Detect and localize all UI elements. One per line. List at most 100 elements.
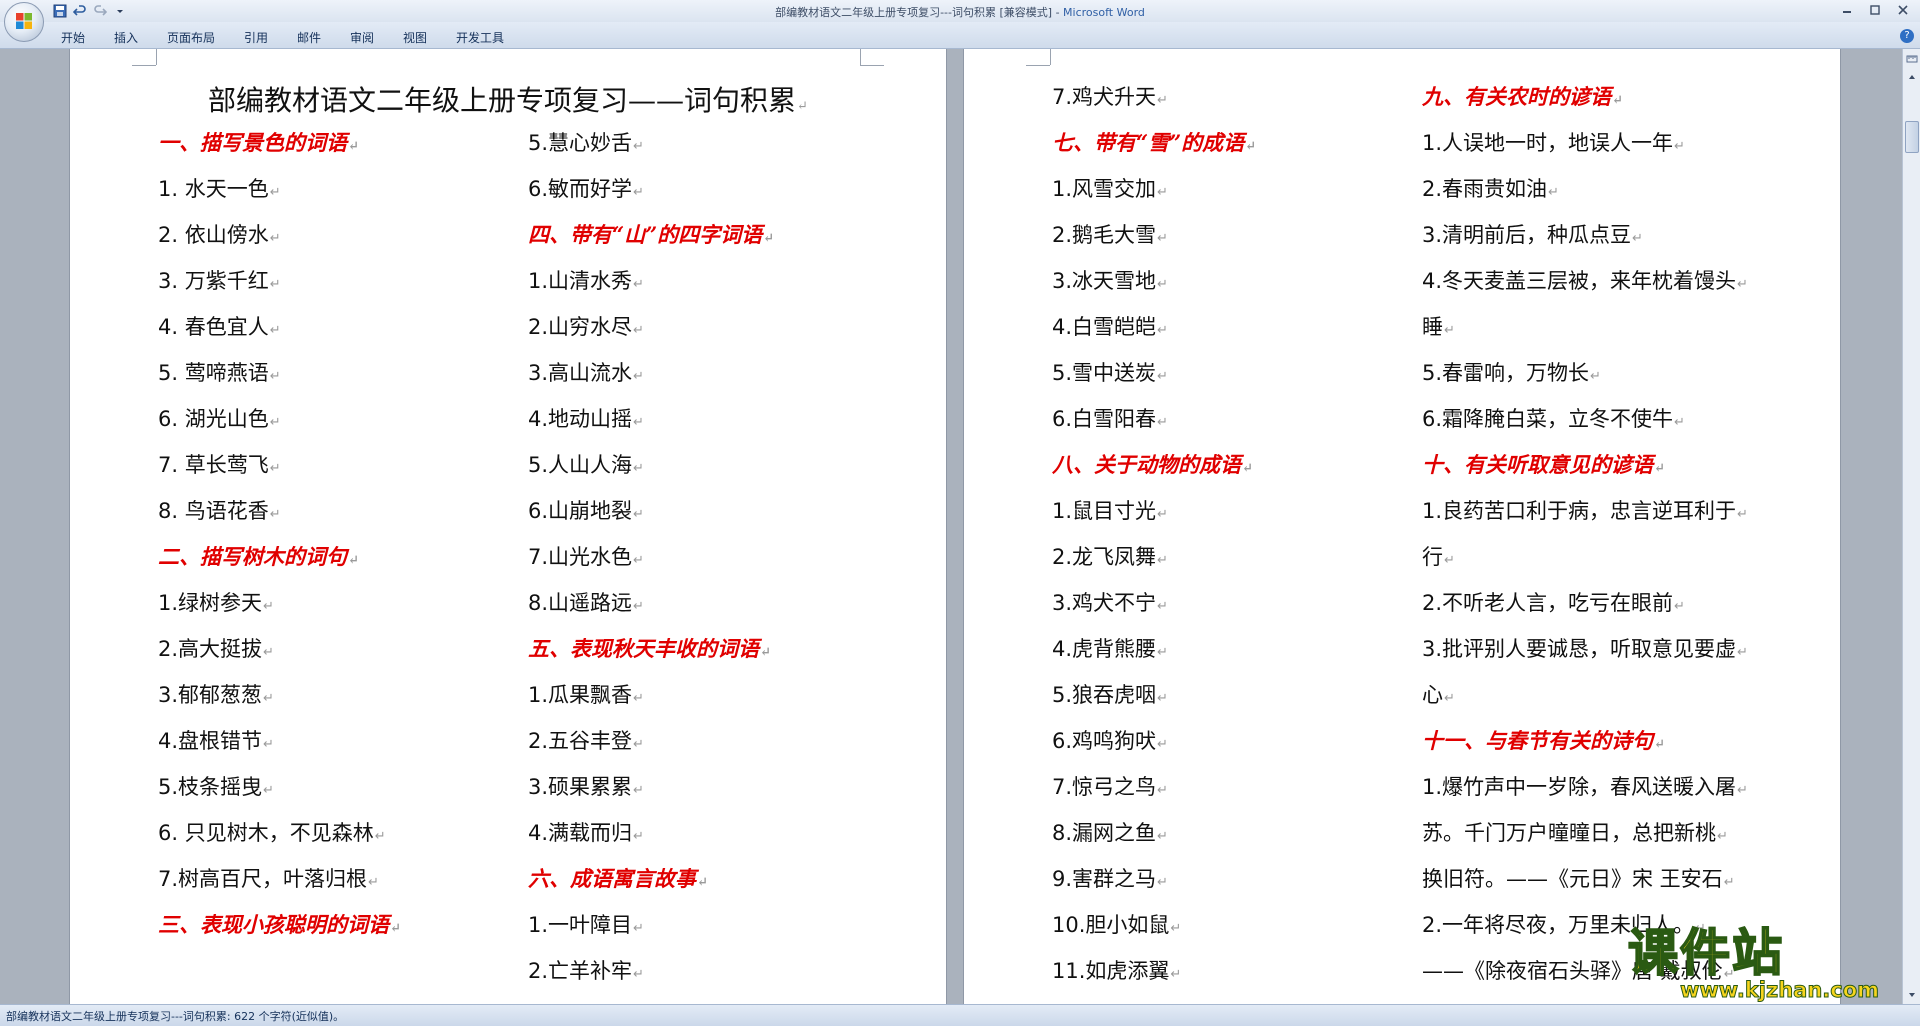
- list-item: 7.鸡犬升天↵: [1052, 81, 1168, 111]
- list-item-text: 5.枝条摇曳: [158, 775, 263, 799]
- list-item-text: 2.亡羊补牢: [528, 959, 633, 983]
- vertical-scrollbar[interactable]: [1902, 49, 1920, 1004]
- paragraph-mark: ↵: [374, 829, 386, 844]
- tab-references[interactable]: 引用: [244, 29, 268, 46]
- paragraph-mark: ↵: [633, 507, 644, 522]
- list-item-text: 5.狼吞虎咽: [1052, 683, 1157, 707]
- list-item-text: 3.高山流水: [528, 361, 633, 385]
- paragraph-mark: ↵: [1674, 599, 1685, 614]
- section-heading-text: 十一、与春节有关的诗句: [1422, 728, 1653, 753]
- section-heading-text: 九、有关农时的谚语: [1422, 84, 1611, 109]
- tab-insert[interactable]: 插入: [114, 29, 138, 46]
- list-item-text: 1.绿树参天: [158, 591, 263, 615]
- list-item: 9.害群之马↵: [1052, 863, 1168, 893]
- paragraph-mark: ↵: [263, 783, 274, 798]
- help-icon[interactable]: ?: [1900, 29, 1914, 43]
- paragraph-mark: ↵: [1157, 783, 1168, 798]
- status-bar: 部编教材语文二年级上册专项复习---词句积累: 622 个字符(近似值)。: [0, 1004, 1920, 1026]
- section-heading-text: 六、成语寓言故事: [528, 866, 696, 891]
- paragraph-mark: ↵: [269, 185, 281, 200]
- list-item: 4.虎背熊腰↵: [1052, 633, 1168, 663]
- paragraph-mark: ↵: [1444, 691, 1455, 706]
- scrollbar-thumb[interactable]: [1905, 121, 1919, 153]
- list-item: 4.白雪皑皑↵: [1052, 311, 1168, 341]
- section-heading-text: 十、有关听取意见的谚语: [1422, 452, 1653, 477]
- list-item-text: 5.人山人海: [528, 453, 633, 477]
- list-item: 3.郁郁葱葱↵: [158, 679, 274, 709]
- paragraph-mark: ↵: [368, 875, 379, 890]
- list-item: 4.盘根错节↵: [158, 725, 274, 755]
- paragraph-mark: ↵: [1674, 139, 1685, 154]
- tab-view[interactable]: 视图: [403, 29, 427, 46]
- paragraph-mark: ↵: [633, 691, 644, 706]
- list-item-text: 4.地动山摇: [528, 407, 633, 431]
- paragraph-mark: ↵: [1157, 645, 1168, 660]
- tab-mailings[interactable]: 邮件: [297, 29, 321, 46]
- list-item-text: 6.山崩地裂: [528, 499, 633, 523]
- list-item-text: 1.良药苦口利于病，忠言逆耳利于: [1422, 499, 1737, 523]
- list-item: 6.敏而好学↵: [528, 173, 644, 203]
- list-item: 1.鼠目寸光↵: [1052, 495, 1168, 525]
- list-item: 1.山清水秀↵: [528, 265, 644, 295]
- list-item-text: 7.树高百尺，叶落归根: [158, 867, 368, 891]
- list-item-text: 3.冰天雪地: [1052, 269, 1157, 293]
- list-item: 5.春雷响，万物长↵: [1422, 357, 1601, 387]
- list-item: 苏。千门万户曈曈日，总把新桃↵: [1422, 817, 1728, 847]
- ruler-toggle-icon[interactable]: [1904, 51, 1919, 66]
- list-item-text: 6.敏而好学: [528, 177, 633, 201]
- list-item-text: 5.春雷响，万物长: [1422, 361, 1590, 385]
- close-icon[interactable]: [1890, 2, 1916, 18]
- list-item-text: 3. 万紫千红: [158, 269, 269, 293]
- section-heading-text: 五、表现秋天丰收的词语: [528, 636, 759, 661]
- paragraph-mark: ↵: [1157, 93, 1168, 108]
- list-item: 2.龙飞凤舞↵: [1052, 541, 1168, 571]
- paragraph-mark: ↵: [390, 921, 401, 936]
- list-item-text: 2.鹅毛大雪: [1052, 223, 1157, 247]
- paragraph-mark: ↵: [1242, 461, 1253, 476]
- office-button[interactable]: [4, 2, 44, 42]
- paragraph-mark: ↵: [633, 921, 644, 936]
- maximize-icon[interactable]: [1862, 2, 1888, 18]
- document-page[interactable]: 部编教材语文二年级上册专项复习——词句积累↵ 一、描写景色的词语↵ 1. 水天一色…: [70, 49, 946, 1004]
- list-item: 6.山崩地裂↵: [528, 495, 644, 525]
- list-item-text: 1. 水天一色: [158, 177, 269, 201]
- scroll-down-icon[interactable]: [1904, 987, 1919, 1002]
- list-item: 1.瓜果飘香↵: [528, 679, 644, 709]
- window-title-doc: 部编教材语文二年级上册专项复习---词句积累 [兼容模式] -: [775, 6, 1064, 19]
- paragraph-mark: ↵: [633, 461, 644, 476]
- tab-page-layout[interactable]: 页面布局: [167, 29, 215, 46]
- paragraph-mark: ↵: [1612, 93, 1623, 108]
- list-item: 6.白雪阳春↵: [1052, 403, 1168, 433]
- list-item-text: 行: [1422, 545, 1443, 569]
- paragraph-mark: ↵: [633, 737, 644, 752]
- minimize-icon[interactable]: [1834, 2, 1860, 18]
- scroll-up-icon[interactable]: [1904, 69, 1919, 84]
- document-page[interactable]: 7.鸡犬升天↵ 七、带有“雪”的成语↵ 1.风雪交加↵ 2.鹅毛大雪↵ 3.冰天雪地↵ 4…: [964, 49, 1840, 1004]
- list-item: 5.枝条摇曳↵: [158, 771, 274, 801]
- list-item-text: 3.鸡犬不宁: [1052, 591, 1157, 615]
- list-item-text: 心: [1422, 683, 1443, 707]
- list-item-text: 睡: [1422, 315, 1443, 339]
- paragraph-mark: ↵: [1157, 277, 1168, 292]
- section-heading-text: 四、带有“山”的四字词语: [528, 222, 763, 247]
- paragraph-mark: ↵: [1157, 415, 1168, 430]
- page-corner-mark: [132, 55, 156, 66]
- page-corner-mark: [1026, 55, 1050, 66]
- list-item: 3.鸡犬不宁↵: [1052, 587, 1168, 617]
- list-item-text: 3.硕果累累: [528, 775, 633, 799]
- paragraph-mark: ↵: [697, 875, 708, 890]
- paragraph-mark: ↵: [633, 323, 644, 338]
- section-heading: 三、表现小孩聪明的词语↵: [158, 909, 401, 939]
- section-heading-text: 一、描写景色的词语: [158, 130, 347, 155]
- tab-developer[interactable]: 开发工具: [456, 29, 504, 46]
- section-heading-text: 二、描写树木的词句: [158, 544, 347, 569]
- tab-home[interactable]: 开始: [61, 29, 85, 46]
- list-item-text: 8.山遥路远: [528, 591, 633, 615]
- paragraph-mark: ↵: [797, 99, 808, 114]
- list-item-text: 1.鼠目寸光: [1052, 499, 1157, 523]
- list-item: 3.批评别人要诚恳，听取意见要虚↵: [1422, 633, 1748, 663]
- tab-review[interactable]: 审阅: [350, 29, 374, 46]
- list-item: 5.人山人海↵: [528, 449, 644, 479]
- section-heading-text: 八、关于动物的成语: [1052, 452, 1241, 477]
- paragraph-mark: ↵: [1157, 231, 1168, 246]
